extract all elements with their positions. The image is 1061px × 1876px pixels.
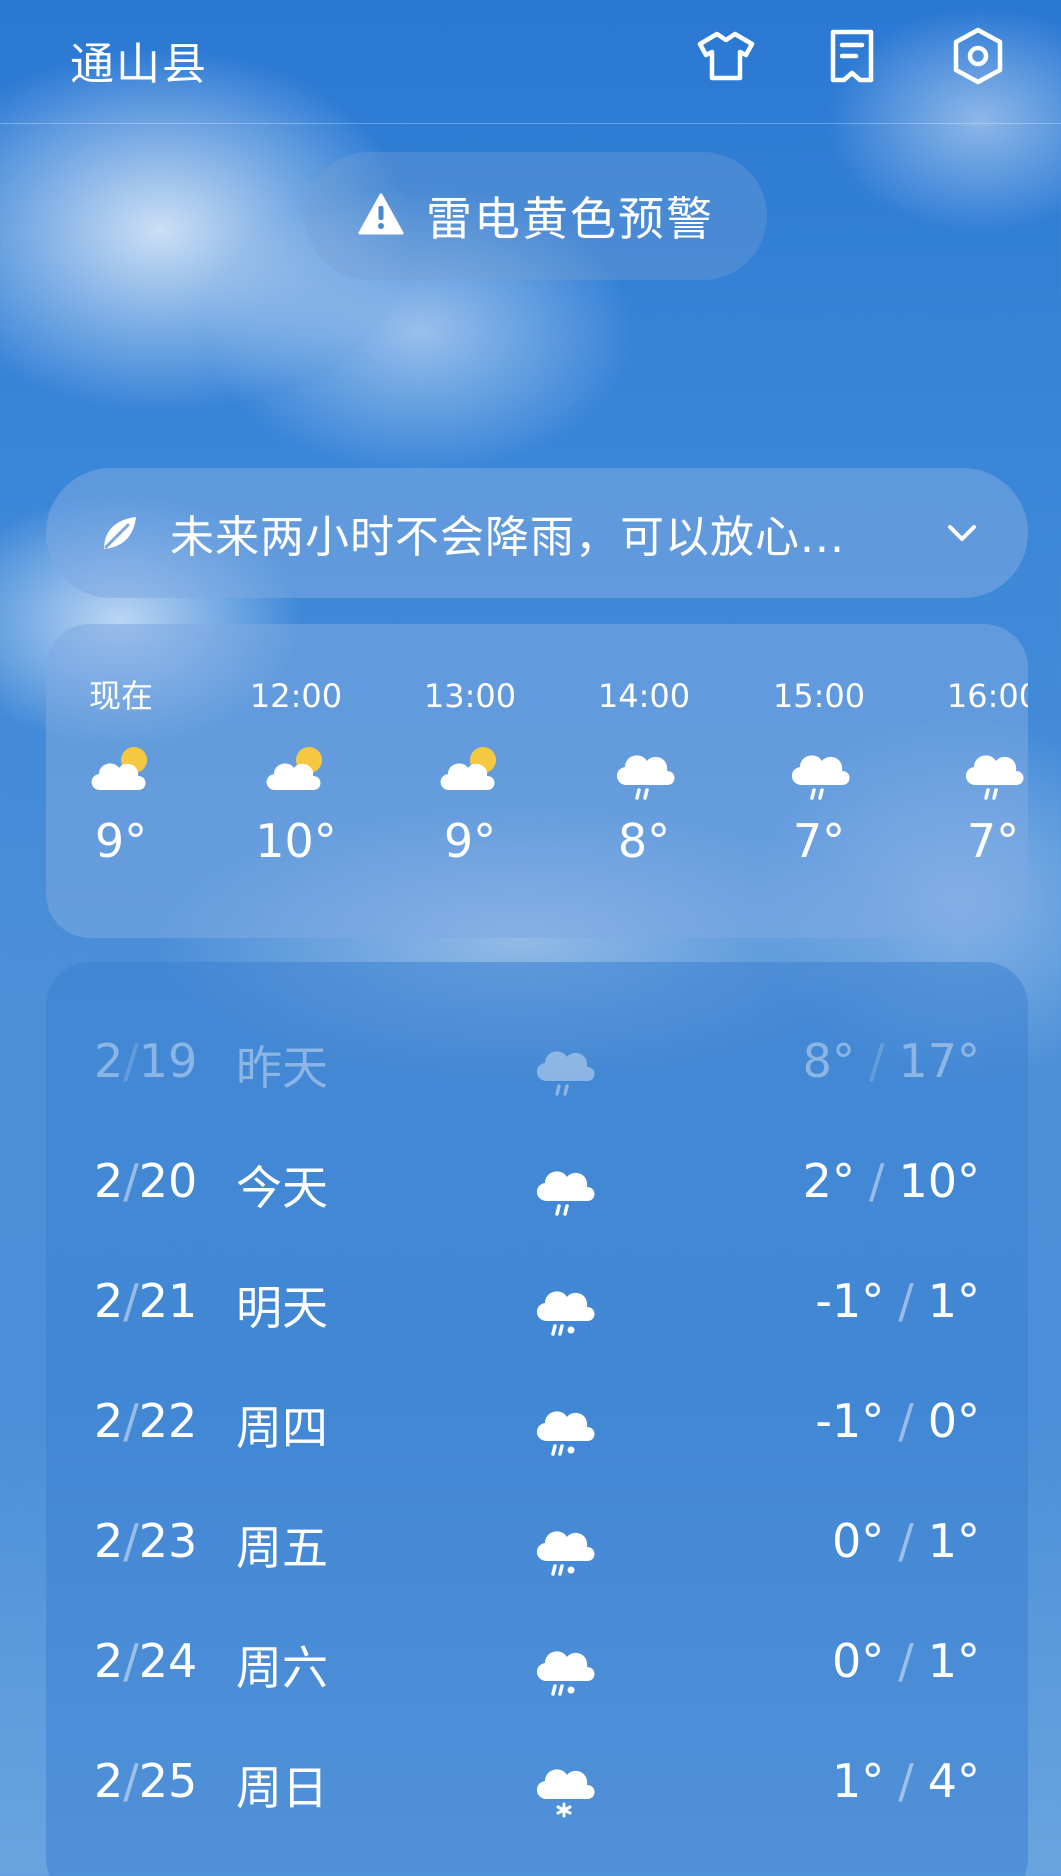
daily-row[interactable]: 2/20 今天 2°/10° — [46, 1122, 1028, 1242]
hourly-time: 14:00 — [597, 677, 691, 715]
daily-temp-range: -1°/0° — [815, 1394, 980, 1448]
daily-temp-range: 0°/1° — [831, 1514, 980, 1568]
light-rain-icon — [524, 1144, 604, 1224]
daily-date: 2/19 — [94, 1034, 198, 1088]
leaf-icon — [98, 511, 142, 555]
hourly-item: 14:00 8° — [569, 674, 719, 868]
daily-temp-range: 8°/17° — [802, 1034, 980, 1088]
light-rain-icon — [918, 728, 1028, 808]
hourly-time: 15:00 — [772, 677, 866, 715]
daily-temp-range: 1°/4° — [831, 1754, 980, 1808]
hourly-temp: 8° — [617, 814, 671, 868]
daily-day-name: 周日 — [236, 1761, 328, 1815]
daily-day-name: 昨天 — [236, 1041, 328, 1095]
daily-date: 2/21 — [94, 1274, 198, 1328]
sleet-icon — [524, 1504, 604, 1584]
daily-row[interactable]: 2/22 周四 -1°/0° — [46, 1362, 1028, 1482]
hourly-item: 16:00 7° — [918, 674, 1028, 868]
daily-day-name: 周五 — [236, 1521, 328, 1575]
precipitation-forecast-bar[interactable]: 未来两小时不会降雨，可以放心... — [46, 468, 1028, 598]
daily-date: 2/25 — [94, 1754, 198, 1808]
partly-cloudy-icon — [46, 728, 196, 808]
daily-temp-range: 2°/10° — [802, 1154, 980, 1208]
daily-date: 2/24 — [94, 1634, 198, 1688]
warning-triangle-icon — [358, 193, 404, 239]
hourly-temp: 7° — [966, 814, 1020, 868]
hourly-time: 现在 — [88, 677, 153, 715]
daily-temp-range: -1°/1° — [815, 1274, 980, 1328]
alert-label: 雷电黄色预警 — [426, 192, 714, 246]
partly-cloudy-icon — [221, 728, 371, 808]
hourly-forecast[interactable]: 现在 9° 12:00 10° 13:00 9° 14:00 8° 15:00 7° 16:00 7° — [46, 624, 1028, 938]
hourly-temp: 9° — [94, 814, 148, 868]
daily-temp-range: 0°/1° — [831, 1634, 980, 1688]
settings-icon[interactable] — [946, 24, 1010, 88]
hourly-item: 12:00 10° — [221, 674, 371, 868]
daily-row[interactable]: 2/24 周六 0°/1° — [46, 1602, 1028, 1722]
precipitation-summary: 未来两小时不会降雨，可以放心... — [170, 512, 845, 563]
hourly-time: 13:00 — [423, 677, 517, 715]
city-name[interactable]: 通山县 — [70, 28, 208, 92]
hourly-item: 13:00 9° — [395, 674, 545, 868]
partly-cloudy-icon — [395, 728, 545, 808]
daily-row[interactable]: 2/25 周日 1°/4° — [46, 1722, 1028, 1842]
daily-row[interactable]: 2/21 明天 -1°/1° — [46, 1242, 1028, 1362]
daily-day-name: 周四 — [236, 1401, 328, 1455]
chevron-down-icon[interactable] — [942, 513, 982, 553]
snow-icon — [524, 1744, 604, 1824]
shirt-icon[interactable] — [694, 24, 758, 88]
daily-forecast[interactable]: 2/19 昨天 8°/17° 2/20 今天 2°/10° 2/21 明天 -1°/1° 2/22… — [46, 962, 1028, 1876]
weather-alert-button[interactable]: 雷电黄色预警 — [305, 152, 767, 280]
daily-day-name: 今天 — [236, 1161, 328, 1215]
hourly-temp: 10° — [255, 814, 337, 868]
daily-date: 2/20 — [94, 1154, 198, 1208]
sleet-icon — [524, 1264, 604, 1344]
hourly-time: 12:00 — [249, 677, 343, 715]
hourly-item: 现在 9° — [46, 674, 196, 868]
sleet-icon — [524, 1384, 604, 1464]
document-icon[interactable] — [820, 24, 884, 88]
light-rain-icon — [569, 728, 719, 808]
daily-row[interactable]: 2/23 周五 0°/1° — [46, 1482, 1028, 1602]
daily-row[interactable]: 2/19 昨天 8°/17° — [46, 1002, 1028, 1122]
sleet-icon — [524, 1624, 604, 1704]
daily-day-name: 明天 — [236, 1281, 328, 1335]
hourly-time: 16:00 — [946, 677, 1028, 715]
light-rain-icon — [524, 1024, 604, 1104]
hourly-item: 15:00 7° — [744, 674, 894, 868]
hourly-temp: 9° — [443, 814, 497, 868]
top-bar: 通山县 — [0, 0, 1061, 124]
daily-date: 2/23 — [94, 1514, 198, 1568]
hourly-temp: 7° — [792, 814, 846, 868]
light-rain-icon — [744, 728, 894, 808]
daily-date: 2/22 — [94, 1394, 198, 1448]
daily-day-name: 周六 — [236, 1641, 328, 1695]
